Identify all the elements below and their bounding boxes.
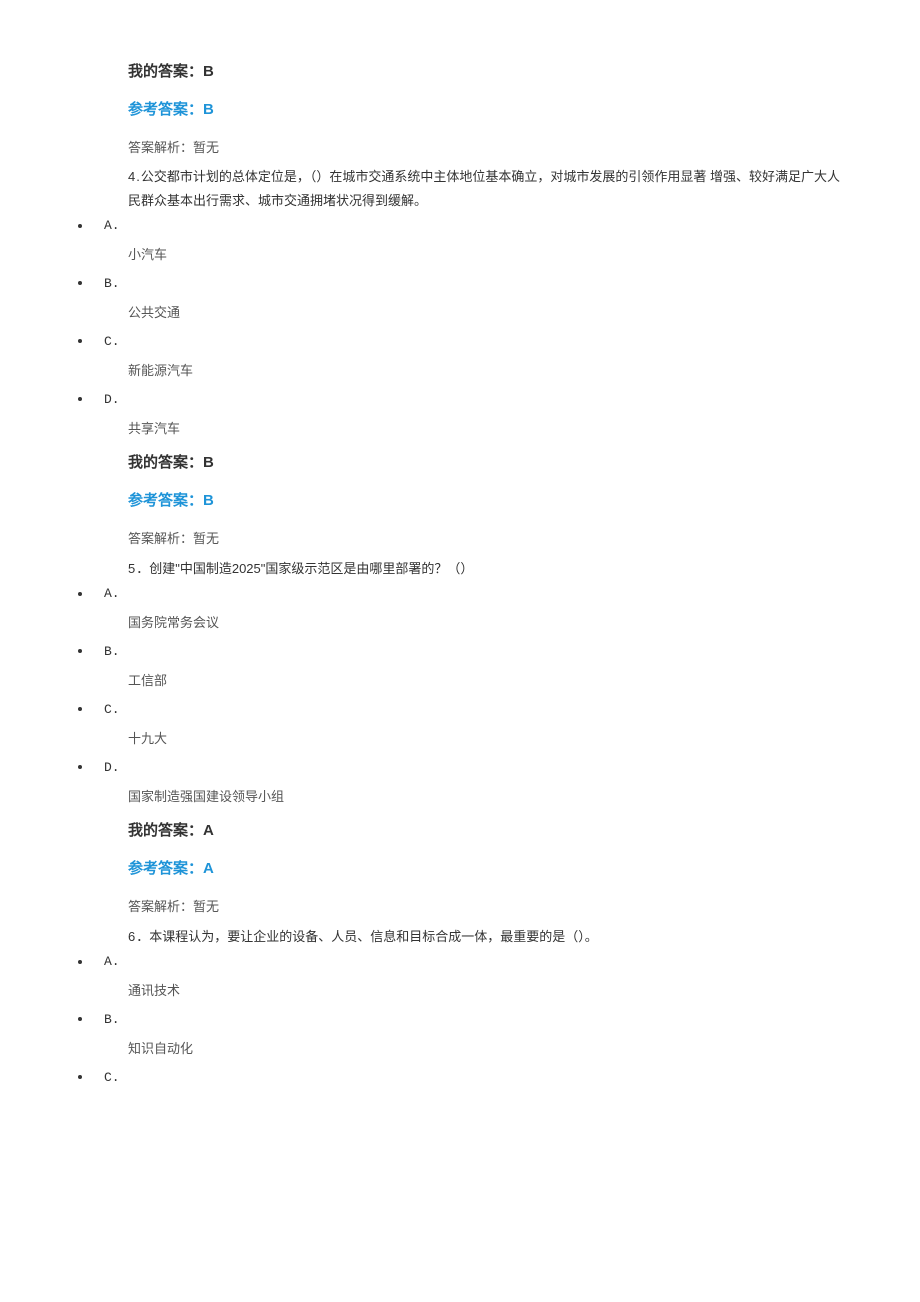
my-answer: 我的答案：A [128, 819, 850, 843]
answer-analysis: 答案解析：暂无 [128, 136, 850, 159]
my-answer: 我的答案：B [128, 60, 850, 84]
option-letter: A. [104, 218, 120, 233]
option-text: 共享汽车 [128, 419, 920, 440]
bullet-icon [78, 397, 82, 401]
option-letter: C. [104, 334, 120, 349]
list-item: B. 工信部 [0, 644, 920, 692]
my-answer: 我的答案：B [128, 451, 850, 475]
list-item: A. 国务院常务会议 [0, 586, 920, 634]
options-list: A. 小汽车 B. 公共交通 C. 新能源汽车 D. 共享汽车 [0, 218, 920, 439]
bullet-icon [78, 224, 82, 228]
my-answer-value: B [203, 454, 214, 471]
option-letter: B. [104, 644, 120, 659]
question-text: 5．创建"中国制造2025"国家级示范区是由哪里部署的？（） [128, 557, 850, 580]
bullet-icon [78, 592, 82, 596]
bullet-icon [78, 339, 82, 343]
options-list: A. 通讯技术 B. 知识自动化 C. [0, 954, 920, 1085]
list-item: C. 新能源汽车 [0, 334, 920, 382]
question-number: 5 [128, 561, 136, 576]
option-text: 通讯技术 [128, 981, 920, 1002]
option-letter: C. [104, 1070, 120, 1085]
question-number: 4. [128, 169, 141, 184]
document-content: 我的答案：B 参考答案：B 答案解析：暂无 4.公交都市计划的总体定位是，（）在… [0, 0, 920, 1127]
bullet-icon [78, 1075, 82, 1079]
my-answer-label: 我的答案： [128, 63, 203, 80]
reference-answer: 参考答案：B [128, 98, 850, 122]
list-item: C. 十九大 [0, 702, 920, 750]
option-text: 新能源汽车 [128, 361, 920, 382]
question-body: ．创建"中国制造2025"国家级示范区是由哪里部署的？（） [136, 561, 473, 576]
option-text: 小汽车 [128, 245, 920, 266]
reference-answer-label: 参考答案： [128, 101, 203, 118]
reference-answer-value: B [203, 101, 214, 118]
option-text: 国务院常务会议 [128, 613, 920, 634]
option-letter: D. [104, 760, 120, 775]
reference-answer: 参考答案：B [128, 489, 850, 513]
option-letter: B. [104, 276, 120, 291]
option-letter: A. [104, 586, 120, 601]
list-item: B. 知识自动化 [0, 1012, 920, 1060]
my-answer-value: A [203, 822, 214, 839]
option-letter: B. [104, 1012, 120, 1027]
list-item: B. 公共交通 [0, 276, 920, 324]
option-text: 工信部 [128, 671, 920, 692]
answer-analysis: 答案解析：暂无 [128, 527, 850, 550]
bullet-icon [78, 960, 82, 964]
list-item: A. 通讯技术 [0, 954, 920, 1002]
question-number: 6 [128, 929, 136, 944]
bullet-icon [78, 765, 82, 769]
my-answer-label: 我的答案： [128, 822, 203, 839]
my-answer-label: 我的答案： [128, 454, 203, 471]
my-answer-value: B [203, 63, 214, 80]
reference-answer: 参考答案：A [128, 857, 850, 881]
reference-answer-label: 参考答案： [128, 492, 203, 509]
reference-answer-value: A [203, 860, 214, 877]
answer-analysis: 答案解析：暂无 [128, 895, 850, 918]
option-text: 公共交通 [128, 303, 920, 324]
option-letter: C. [104, 702, 120, 717]
option-letter: D. [104, 392, 120, 407]
list-item: D. 共享汽车 [0, 392, 920, 440]
list-item: D. 国家制造强国建设领导小组 [0, 760, 920, 808]
list-item: A. 小汽车 [0, 218, 920, 266]
option-letter: A. [104, 954, 120, 969]
question-text: 4.公交都市计划的总体定位是，（）在城市交通系统中主体地位基本确立，对城市发展的… [128, 165, 850, 212]
question-body: ．本课程认为，要让企业的设备、人员、信息和目标合成一体，最重要的是（）。 [136, 929, 598, 944]
bullet-icon [78, 707, 82, 711]
option-text: 知识自动化 [128, 1039, 920, 1060]
bullet-icon [78, 1017, 82, 1021]
reference-answer-value: B [203, 492, 214, 509]
list-item: C. [0, 1070, 920, 1085]
options-list: A. 国务院常务会议 B. 工信部 C. 十九大 D. 国家制造强国建设领导小组 [0, 586, 920, 807]
bullet-icon [78, 649, 82, 653]
bullet-icon [78, 281, 82, 285]
option-text: 国家制造强国建设领导小组 [128, 787, 920, 808]
reference-answer-label: 参考答案： [128, 860, 203, 877]
question-body: 公交都市计划的总体定位是，（）在城市交通系统中主体地位基本确立，对城市发展的引领… [128, 169, 840, 207]
question-text: 6．本课程认为，要让企业的设备、人员、信息和目标合成一体，最重要的是（）。 [128, 925, 850, 948]
option-text: 十九大 [128, 729, 920, 750]
